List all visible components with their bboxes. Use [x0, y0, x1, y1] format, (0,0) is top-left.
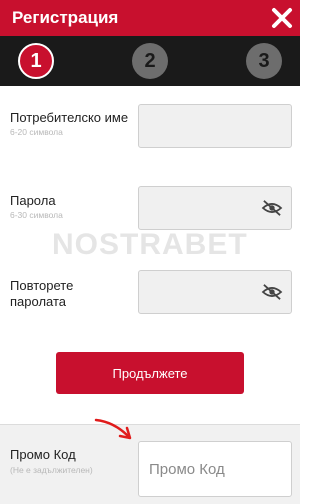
repeat-label-line1: Повторете: [10, 278, 74, 293]
repeat-label-line2: паролата: [10, 294, 67, 309]
registration-header: Регистрация: [0, 0, 300, 36]
eye-hidden-icon[interactable]: [261, 199, 283, 217]
arrow-icon: [94, 418, 132, 440]
username-hint: 6-20 символа: [10, 127, 63, 137]
promo-label: Промо Код: [10, 447, 76, 462]
password-hint: 6-30 символа: [10, 210, 63, 220]
continue-button[interactable]: Продължете: [56, 352, 244, 394]
close-icon[interactable]: [270, 6, 294, 30]
promo-hint: (Не е задължителен): [10, 465, 93, 475]
step-3: 3: [246, 43, 282, 79]
eye-hidden-icon[interactable]: [261, 283, 283, 301]
repeat-password-label: Повторете паролата: [10, 278, 73, 310]
username-label: Потребителско име: [10, 110, 129, 125]
promo-code-input[interactable]: [138, 441, 292, 497]
step-1: 1: [18, 43, 54, 79]
page-title: Регистрация: [12, 8, 119, 27]
password-input[interactable]: [138, 186, 292, 230]
step-2: 2: [132, 43, 168, 79]
watermark: NOSTRABET: [52, 228, 248, 261]
username-input[interactable]: [138, 104, 292, 148]
password-label: Парола: [10, 193, 56, 208]
repeat-password-input[interactable]: [138, 270, 292, 314]
step-indicator: 1 2 3: [0, 36, 300, 86]
